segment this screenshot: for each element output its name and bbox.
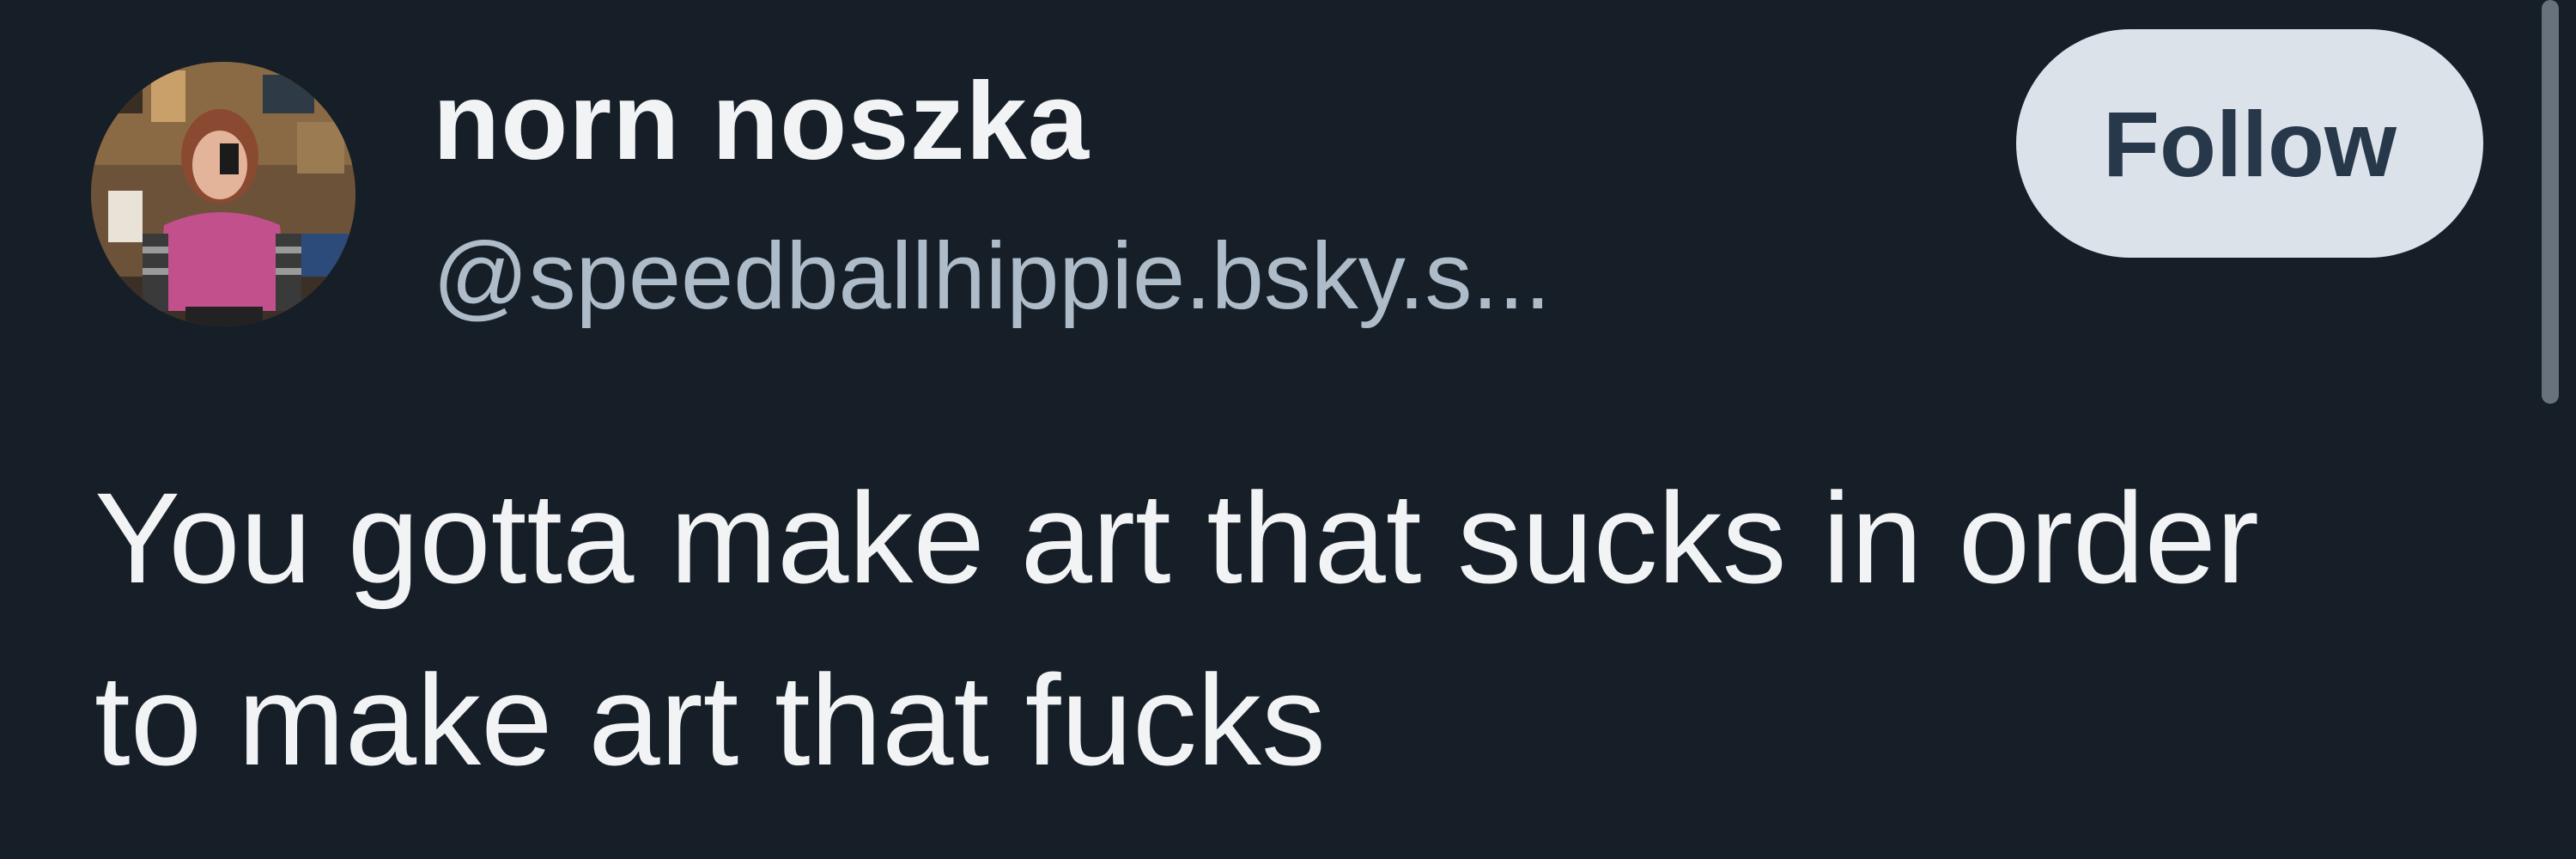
author-display-name[interactable]: norn noszka [433, 53, 1090, 191]
scrollbar[interactable] [2542, 0, 2559, 404]
post-card: norn noszka @speedballhippie.bsky.s... F… [0, 0, 2576, 859]
author-handle[interactable]: @speedballhippie.bsky.s... [433, 216, 1551, 337]
follow-button[interactable]: Follow [2016, 29, 2483, 258]
avatar-photo-icon [91, 62, 355, 326]
avatar[interactable] [91, 62, 355, 326]
post-text: You gotta make art that sucks in order t… [94, 466, 2259, 792]
